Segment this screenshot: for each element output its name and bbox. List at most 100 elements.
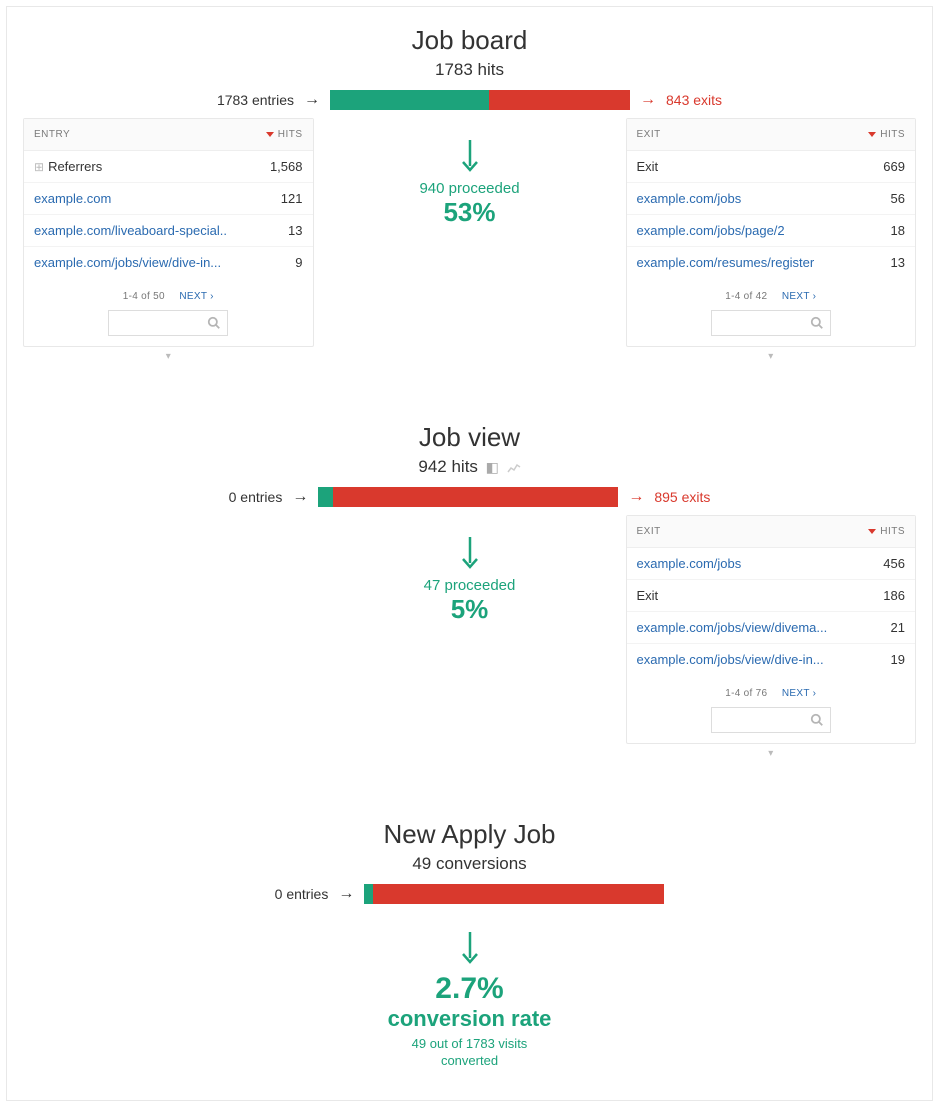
flow-bar-row: 0 entries → → 895 exits <box>17 487 922 507</box>
panel-expand-icon[interactable]: ▾ <box>17 351 320 362</box>
flow-bar-exit <box>373 884 664 904</box>
table-row[interactable]: example.com/resumes/register 13 <box>627 247 916 278</box>
arrow-down-icon <box>460 138 480 174</box>
funnel-step-job-view: Job view 942 hits ◧ 0 entries → → 895 ex… <box>17 422 922 759</box>
trend-icon[interactable] <box>507 459 521 475</box>
row-label[interactable]: example.com/liveaboard-special.. <box>34 223 227 238</box>
proceed-pct: 53% <box>320 197 620 228</box>
table-row[interactable]: example.com/jobs/view/divema... 21 <box>627 612 916 644</box>
table-row[interactable]: example.com/jobs/view/dive-in... 9 <box>24 247 313 278</box>
entries-label: 0 entries <box>275 886 329 902</box>
column-entry[interactable]: ENTRY <box>34 129 70 140</box>
table-row[interactable]: ⊞Referrers 1,568 <box>24 151 313 183</box>
column-hits[interactable]: HITS <box>880 129 905 140</box>
funnel-step-job-board: Job board 1783 hits 1783 entries → → 843… <box>17 25 922 362</box>
search-icon <box>207 316 221 330</box>
flow-bar <box>318 487 618 507</box>
arrow-right-icon: → <box>640 91 656 109</box>
exits-label: 843 exits <box>666 92 722 108</box>
panel-header[interactable]: EXIT HITS <box>627 516 916 548</box>
row-hits: 13 <box>855 255 905 270</box>
panel-footer: 1-4 of 42 NEXT › <box>627 278 916 346</box>
sort-desc-icon <box>868 529 876 534</box>
column-hits[interactable]: HITS <box>880 526 905 537</box>
step-title: New Apply Job <box>17 819 922 850</box>
arrow-right-icon: → <box>338 885 354 903</box>
table-row[interactable]: Exit 186 <box>627 580 916 612</box>
row-hits: 21 <box>855 620 905 635</box>
column-exit[interactable]: EXIT <box>637 129 661 140</box>
panel-footer: 1-4 of 76 NEXT › <box>627 675 916 743</box>
conversion-rate: 2.7% <box>17 972 922 1006</box>
conversion-rate-label: conversion rate <box>17 1006 922 1032</box>
expand-icon[interactable]: ⊞ <box>34 160 44 174</box>
page-info: 1-4 of 50 <box>123 291 165 302</box>
search-input[interactable] <box>711 310 831 336</box>
next-link[interactable]: NEXT › <box>179 291 213 302</box>
step-title: Job view <box>17 422 922 453</box>
entries-label: 1783 entries <box>217 92 294 108</box>
step-title: Job board <box>17 25 922 56</box>
flow-bar-proceed <box>364 884 373 904</box>
flow-bar-proceed <box>318 487 333 507</box>
row-hits: 13 <box>253 223 303 238</box>
search-input[interactable] <box>711 707 831 733</box>
column-hits[interactable]: HITS <box>278 129 303 140</box>
table-row[interactable]: example.com121 <box>24 183 313 215</box>
panel-header[interactable]: EXIT HITS <box>627 119 916 151</box>
flow-bar-row: 1783 entries → → 843 exits <box>17 90 922 110</box>
proceed-pct: 5% <box>320 594 620 625</box>
panel-footer: 1-4 of 50 NEXT › <box>24 278 313 346</box>
row-hits: 9 <box>253 255 303 270</box>
row-label[interactable]: example.com/jobs <box>637 556 742 571</box>
flow-bar-exit <box>333 487 618 507</box>
table-row[interactable]: example.com/jobs/page/218 <box>627 215 916 247</box>
arrow-down-icon <box>460 930 480 966</box>
row-label[interactable]: example.com/resumes/register <box>637 255 815 270</box>
row-label: ⊞Referrers <box>34 159 102 174</box>
exit-panel: EXIT HITS Exit669example.com/jobs56examp… <box>626 118 917 347</box>
row-label[interactable]: example.com/jobs/page/2 <box>637 223 785 238</box>
panel-header[interactable]: ENTRY HITS <box>24 119 313 151</box>
row-label[interactable]: example.com/jobs/view/dive-in... <box>637 652 824 667</box>
column-exit[interactable]: EXIT <box>637 526 661 537</box>
search-icon <box>810 316 824 330</box>
arrow-right-icon: → <box>304 91 320 109</box>
row-hits: 19 <box>855 652 905 667</box>
table-row[interactable]: example.com/jobs 56 <box>627 183 916 215</box>
proceed-label: 940 proceeded <box>320 180 620 197</box>
next-link[interactable]: NEXT › <box>782 291 816 302</box>
row-label[interactable]: example.com/jobs/view/divema... <box>637 620 828 635</box>
row-hits: 186 <box>855 588 905 603</box>
row-label: Exit <box>637 588 659 603</box>
row-hits: 669 <box>855 159 905 174</box>
search-icon <box>810 713 824 727</box>
row-label[interactable]: example.com <box>34 191 111 206</box>
flow-bar-proceed <box>330 90 489 110</box>
segment-icon[interactable]: ◧ <box>486 459 499 475</box>
flow-bar <box>364 884 664 904</box>
row-hits: 1,568 <box>253 159 303 174</box>
table-row[interactable]: example.com/jobs456 <box>627 548 916 580</box>
page-info: 1-4 of 76 <box>725 688 767 699</box>
next-link[interactable]: NEXT › <box>782 688 816 699</box>
proceed-label: 47 proceeded <box>320 577 620 594</box>
page-info: 1-4 of 42 <box>725 291 767 302</box>
step-subtitle: 942 hits ◧ <box>17 457 922 477</box>
row-label[interactable]: example.com/jobs/view/dive-in... <box>34 255 221 270</box>
row-hits: 56 <box>855 191 905 206</box>
arrow-down-icon <box>460 535 480 571</box>
table-row[interactable]: example.com/liveaboard-special.. 13 <box>24 215 313 247</box>
table-row[interactable]: Exit 669 <box>627 151 916 183</box>
conversion-summary: 49 out of 1783 visits converted <box>17 1036 922 1070</box>
proceed-column: 940 proceeded 53% <box>320 118 620 228</box>
row-label: Exit <box>637 159 659 174</box>
panel-expand-icon[interactable]: ▾ <box>620 351 923 362</box>
arrow-right-icon: → <box>292 488 308 506</box>
panel-expand-icon[interactable]: ▾ <box>620 748 923 759</box>
table-row[interactable]: example.com/jobs/view/dive-in... 19 <box>627 644 916 675</box>
sort-desc-icon <box>266 132 274 137</box>
funnel-report: Job board 1783 hits 1783 entries → → 843… <box>6 6 933 1101</box>
search-input[interactable] <box>108 310 228 336</box>
row-label[interactable]: example.com/jobs <box>637 191 742 206</box>
